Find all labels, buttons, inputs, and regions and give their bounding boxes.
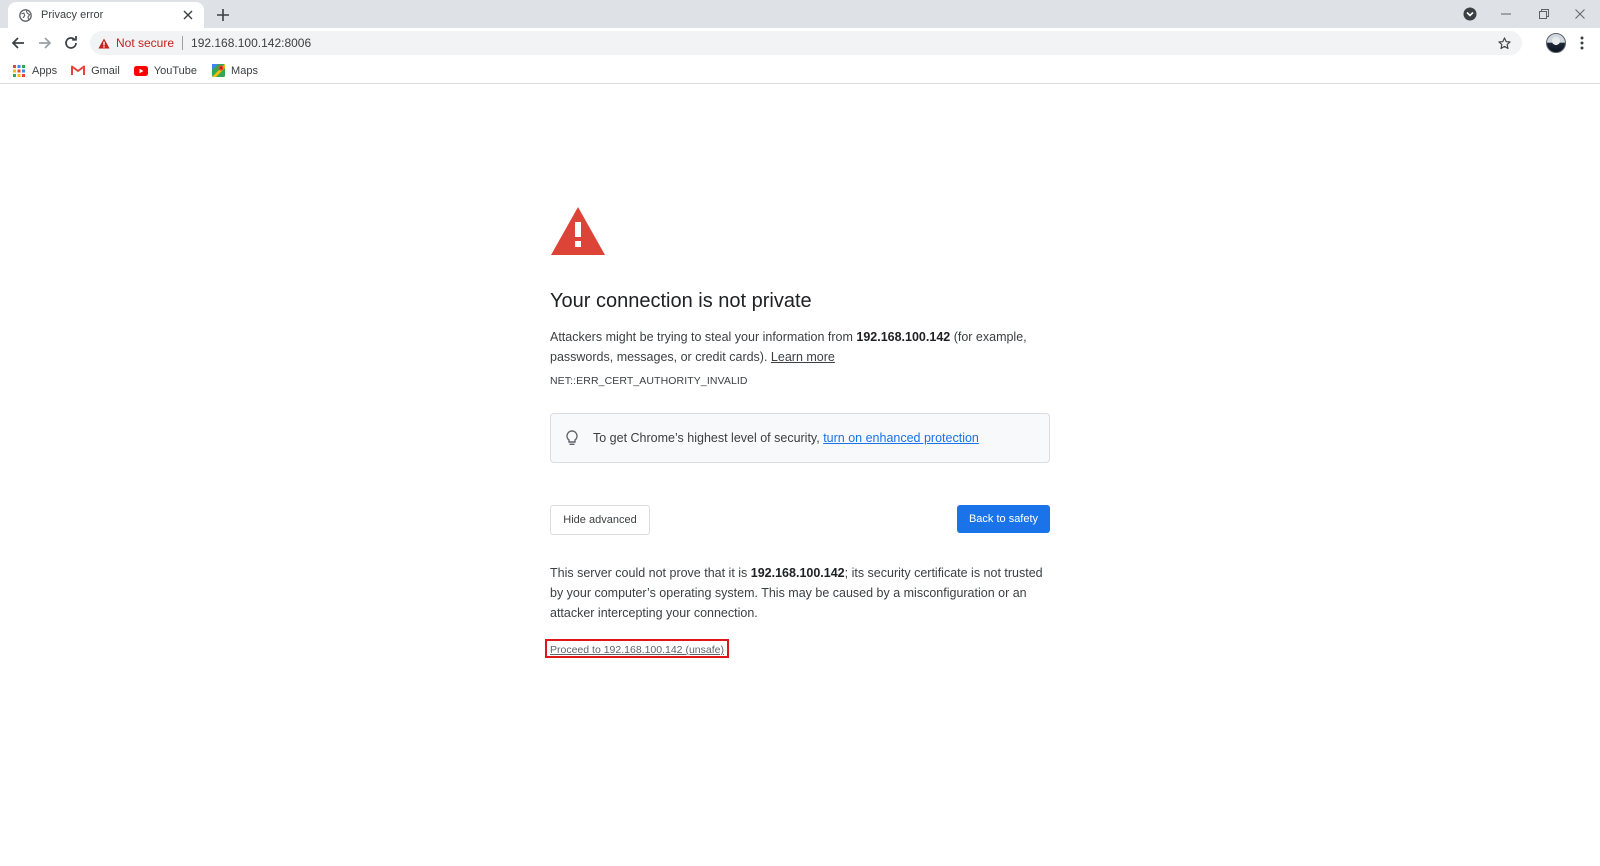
warning-icon — [98, 37, 110, 49]
error-code[interactable]: NET::ERR_CERT_AUTHORITY_INVALID — [550, 375, 1050, 387]
enhanced-protection-link[interactable]: turn on enhanced protection — [823, 431, 979, 445]
bookmark-label: Maps — [231, 64, 258, 77]
maps-icon — [211, 64, 225, 78]
bookmark-label: YouTube — [153, 64, 198, 77]
omnibox-divider — [182, 36, 184, 50]
proceed-highlight-box: Proceed to 192.168.100.142 (unsafe) — [545, 639, 729, 658]
bookmark-youtube[interactable]: YouTube — [133, 64, 198, 78]
proceed-unsafe-link[interactable]: Proceed to 192.168.100.142 (unsafe) — [550, 644, 724, 656]
intro-text: Attackers might be trying to steal your … — [550, 330, 857, 344]
close-tab-icon[interactable] — [180, 7, 196, 23]
bookmark-label: Apps — [32, 64, 58, 77]
learn-more-link[interactable]: Learn more — [771, 350, 835, 364]
bookmark-star-icon[interactable] — [1496, 35, 1512, 51]
interstitial-content: Your connection is not private Attackers… — [545, 206, 1050, 658]
page-title: Your connection is not private — [550, 290, 812, 312]
intro-paragraph: Attackers might be trying to steal your … — [550, 327, 1050, 367]
forward-arrow-icon[interactable] — [35, 33, 55, 53]
host-name: 192.168.100.142 — [856, 330, 951, 344]
new-tab-button[interactable] — [214, 6, 232, 24]
bookmark-apps[interactable]: Apps — [12, 64, 57, 78]
not-secure-label[interactable]: Not secure — [116, 36, 174, 50]
enhanced-protection-text: To get Chrome’s highest level of securit… — [593, 431, 979, 445]
details-paragraph: This server could not prove that it is 1… — [550, 563, 1050, 623]
minimize-icon[interactable] — [1496, 4, 1516, 24]
tab-search-icon[interactable] — [1460, 4, 1480, 24]
youtube-icon — [133, 64, 148, 78]
bookmark-label: Gmail — [91, 64, 120, 77]
details-text: This server could not prove that it is — [550, 566, 751, 580]
hide-advanced-button[interactable]: Hide advanced — [550, 505, 650, 535]
url-text[interactable]: 192.168.100.142:8006 — [191, 36, 311, 50]
menu-kebab-icon[interactable] — [1574, 33, 1590, 53]
bookmark-gmail[interactable]: Gmail — [71, 64, 120, 78]
profile-avatar[interactable] — [1546, 33, 1566, 53]
warning-triangle-icon — [550, 206, 606, 256]
bookmark-maps[interactable]: Maps — [211, 64, 258, 78]
details-host-name: 192.168.100.142 — [750, 566, 845, 580]
enhanced-protection-prefix: To get Chrome’s highest level of securit… — [593, 431, 824, 445]
gmail-icon — [71, 64, 86, 78]
tab-title: Privacy error — [41, 9, 104, 21]
lightbulb-icon — [565, 430, 579, 446]
bookmarks-bar: Apps Gmail YouTube Maps — [0, 58, 1600, 84]
globe-icon — [18, 8, 32, 22]
tab-privacy-error[interactable]: Privacy error — [8, 2, 204, 28]
toolbar: Not secure 192.168.100.142:8006 — [0, 28, 1600, 58]
button-row: Hide advanced Back to safety — [550, 505, 1050, 535]
back-arrow-icon[interactable] — [8, 33, 28, 53]
close-window-icon[interactable] — [1570, 4, 1590, 24]
apps-grid-icon — [12, 64, 26, 78]
tab-strip: Privacy error — [0, 0, 1600, 28]
back-to-safety-button[interactable]: Back to safety — [957, 505, 1050, 533]
enhanced-protection-box: To get Chrome’s highest level of securit… — [550, 413, 1050, 463]
address-bar[interactable]: Not secure 192.168.100.142:8006 — [90, 31, 1522, 55]
reload-icon[interactable] — [61, 33, 81, 53]
restore-icon[interactable] — [1534, 4, 1554, 24]
